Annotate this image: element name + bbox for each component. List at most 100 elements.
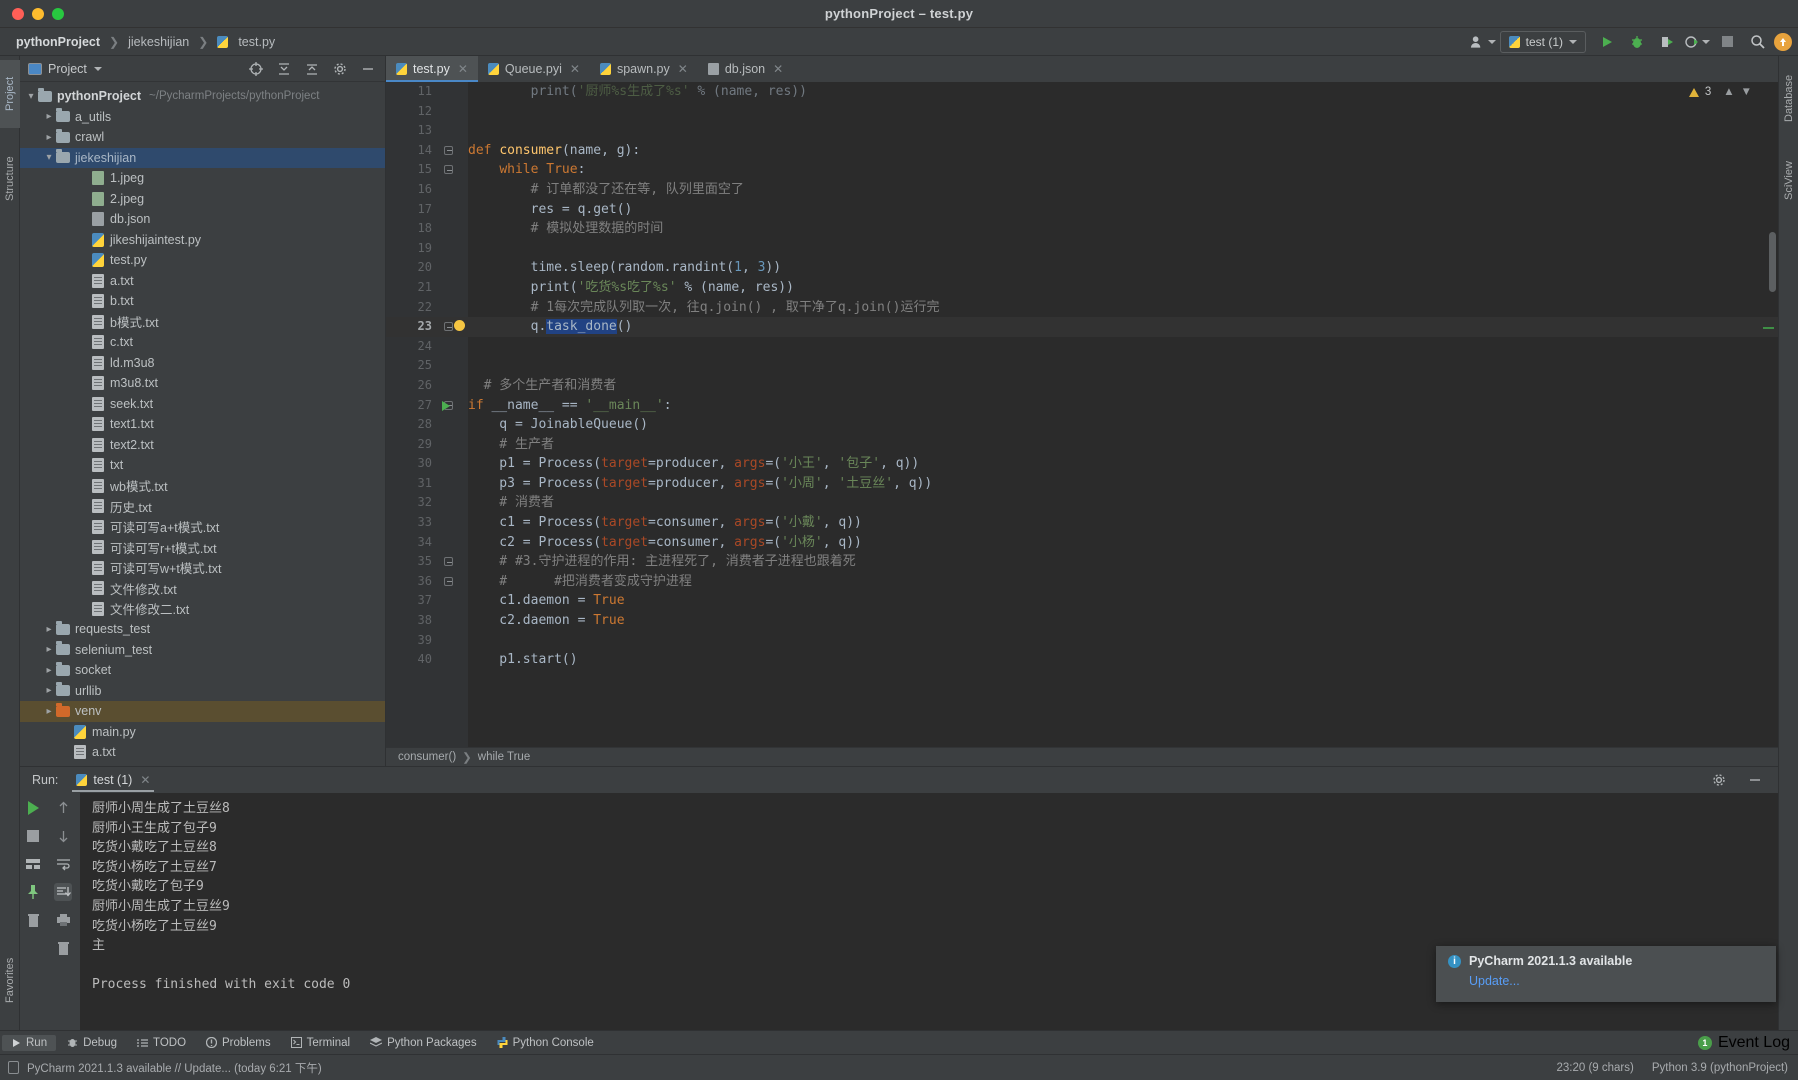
- fold-marker-icon[interactable]: [444, 165, 453, 174]
- tree-item[interactable]: pythonProject~/PycharmProjects/pythonPro…: [20, 86, 385, 107]
- tree-item[interactable]: 历史.txt: [20, 496, 385, 517]
- tree-item[interactable]: socket: [20, 660, 385, 681]
- gutter-marks[interactable]: [432, 513, 468, 533]
- gutter-marks[interactable]: [432, 454, 468, 474]
- gutter-marks[interactable]: [432, 278, 468, 298]
- tree-item[interactable]: crawl: [20, 127, 385, 148]
- gutter-marks[interactable]: [432, 631, 468, 651]
- tree-item[interactable]: main.py: [20, 722, 385, 743]
- tree-item[interactable]: venv: [20, 701, 385, 722]
- gutter-marks[interactable]: [432, 650, 468, 670]
- intention-bulb-icon[interactable]: [454, 320, 465, 331]
- code-lines[interactable]: 11 print('厨师%s生成了%s' % (name, res))12131…: [386, 82, 1778, 670]
- tree-item[interactable]: 1.jpeg: [20, 168, 385, 189]
- close-icon[interactable]: ✕: [678, 62, 688, 76]
- editor-tab[interactable]: db.json✕: [698, 56, 793, 82]
- chevron-right-icon[interactable]: [42, 685, 56, 696]
- tree-item[interactable]: m3u8.txt: [20, 373, 385, 394]
- code-line[interactable]: 29 # 生产者: [386, 435, 1778, 455]
- gear-icon[interactable]: [1706, 769, 1732, 791]
- sidebar-item-sciview[interactable]: SciView: [1779, 148, 1798, 214]
- event-log-label[interactable]: Event Log: [1718, 1034, 1790, 1052]
- chevron-right-icon[interactable]: [42, 111, 56, 122]
- clear-all-icon[interactable]: [54, 939, 72, 957]
- debug-button[interactable]: [1624, 31, 1650, 53]
- search-icon[interactable]: [1744, 31, 1770, 53]
- tree-item[interactable]: text2.txt: [20, 435, 385, 456]
- gutter-marks[interactable]: [432, 219, 468, 239]
- status-message[interactable]: PyCharm 2021.1.3 available // Update... …: [27, 1060, 322, 1076]
- caret-position[interactable]: 23:20 (9 chars): [1556, 1062, 1633, 1074]
- hide-panel-icon[interactable]: [355, 58, 381, 80]
- code-editor[interactable]: 3 ▲ ▼ 11 print('厨师%s生成了%s' % (name, res)…: [386, 82, 1778, 766]
- close-icon[interactable]: ✕: [570, 62, 580, 76]
- code-line[interactable]: 20 time.sleep(random.randint(1, 3)): [386, 258, 1778, 278]
- gutter-marks[interactable]: [432, 317, 468, 337]
- tool-window-button-terminal[interactable]: Terminal: [282, 1035, 359, 1051]
- gutter-marks[interactable]: [432, 552, 468, 572]
- tree-item[interactable]: requests_test: [20, 619, 385, 640]
- collapse-all-icon[interactable]: [299, 58, 325, 80]
- gutter-marks[interactable]: [432, 493, 468, 513]
- event-log-area[interactable]: 1 Event Log: [1698, 1034, 1798, 1052]
- tree-item[interactable]: ld.m3u8: [20, 353, 385, 374]
- tree-item[interactable]: text1.txt: [20, 414, 385, 435]
- profile-icon[interactable]: [1470, 31, 1496, 53]
- fold-marker-icon[interactable]: [444, 146, 453, 155]
- tree-item[interactable]: jiekeshijian: [20, 148, 385, 169]
- code-line[interactable]: 33 c1 = Process(target=consumer, args=('…: [386, 513, 1778, 533]
- rerun-icon[interactable]: [24, 799, 42, 817]
- expand-all-icon[interactable]: [271, 58, 297, 80]
- project-file-tree[interactable]: pythonProject~/PycharmProjects/pythonPro…: [20, 82, 385, 763]
- code-line[interactable]: 19: [386, 239, 1778, 259]
- gutter-marks[interactable]: [432, 356, 468, 376]
- tree-item[interactable]: 可读可写r+t模式.txt: [20, 537, 385, 558]
- breadcrumb-item-file[interactable]: test.py: [215, 35, 277, 49]
- print-icon[interactable]: [54, 911, 72, 929]
- code-line[interactable]: 14def consumer(name, g):: [386, 141, 1778, 161]
- editor-scrollbar[interactable]: [1769, 232, 1776, 292]
- breadcrumb-item-project[interactable]: pythonProject: [14, 35, 102, 49]
- tree-item[interactable]: db.json: [20, 209, 385, 230]
- code-line[interactable]: 35 # #3.守护进程的作用: 主进程死了, 消费者子进程也跟着死: [386, 552, 1778, 572]
- tree-item[interactable]: a.txt: [20, 271, 385, 292]
- code-line[interactable]: 37 c1.daemon = True: [386, 591, 1778, 611]
- notification-popup[interactable]: i PyCharm 2021.1.3 available Update...: [1436, 946, 1776, 1002]
- fold-marker-icon[interactable]: [444, 577, 453, 586]
- gutter-marks[interactable]: [432, 180, 468, 200]
- code-breadcrumb-block[interactable]: while True: [478, 751, 530, 763]
- code-line[interactable]: 27if __name__ == '__main__':: [386, 396, 1778, 416]
- gutter-marks[interactable]: [432, 376, 468, 396]
- sidebar-item-database[interactable]: Database: [1779, 62, 1798, 134]
- layout-icon[interactable]: [24, 855, 42, 873]
- fold-marker-icon[interactable]: [444, 322, 453, 331]
- tree-item[interactable]: txt: [20, 455, 385, 476]
- tool-window-button-python-console[interactable]: Python Console: [488, 1035, 603, 1051]
- code-line[interactable]: 32 # 消费者: [386, 493, 1778, 513]
- editor-tab[interactable]: Queue.pyi✕: [478, 56, 590, 82]
- gutter-marks[interactable]: [432, 435, 468, 455]
- code-line[interactable]: 39: [386, 631, 1778, 651]
- chevron-right-icon[interactable]: [42, 706, 56, 717]
- code-line[interactable]: 26 # 多个生产者和消费者: [386, 376, 1778, 396]
- down-icon[interactable]: [54, 827, 72, 845]
- gutter-marks[interactable]: [432, 298, 468, 318]
- code-line[interactable]: 22 # 1每次完成队列取一次, 往q.join() , 取干净了q.join(…: [386, 298, 1778, 318]
- pin-icon[interactable]: [24, 883, 42, 901]
- gutter-marks[interactable]: [432, 572, 468, 592]
- tree-item[interactable]: urllib: [20, 681, 385, 702]
- gutter-marks[interactable]: [432, 200, 468, 220]
- run-configuration-selector[interactable]: test (1): [1500, 31, 1586, 53]
- code-line[interactable]: 28 q = JoinableQueue(): [386, 415, 1778, 435]
- chevron-down-icon[interactable]: [24, 91, 38, 102]
- code-line[interactable]: 31 p3 = Process(target=producer, args=('…: [386, 474, 1778, 494]
- close-icon[interactable]: ✕: [140, 773, 150, 787]
- chevron-up-icon[interactable]: ▲: [1723, 86, 1734, 98]
- tree-item[interactable]: seek.txt: [20, 394, 385, 415]
- chevron-down-icon[interactable]: [94, 67, 102, 71]
- close-icon[interactable]: ✕: [458, 62, 468, 76]
- tool-window-button-python-packages[interactable]: Python Packages: [361, 1035, 486, 1051]
- gutter-marks[interactable]: [432, 337, 468, 357]
- tree-item[interactable]: 2.jpeg: [20, 189, 385, 210]
- sidebar-item-favorites[interactable]: Favorites: [0, 940, 20, 1020]
